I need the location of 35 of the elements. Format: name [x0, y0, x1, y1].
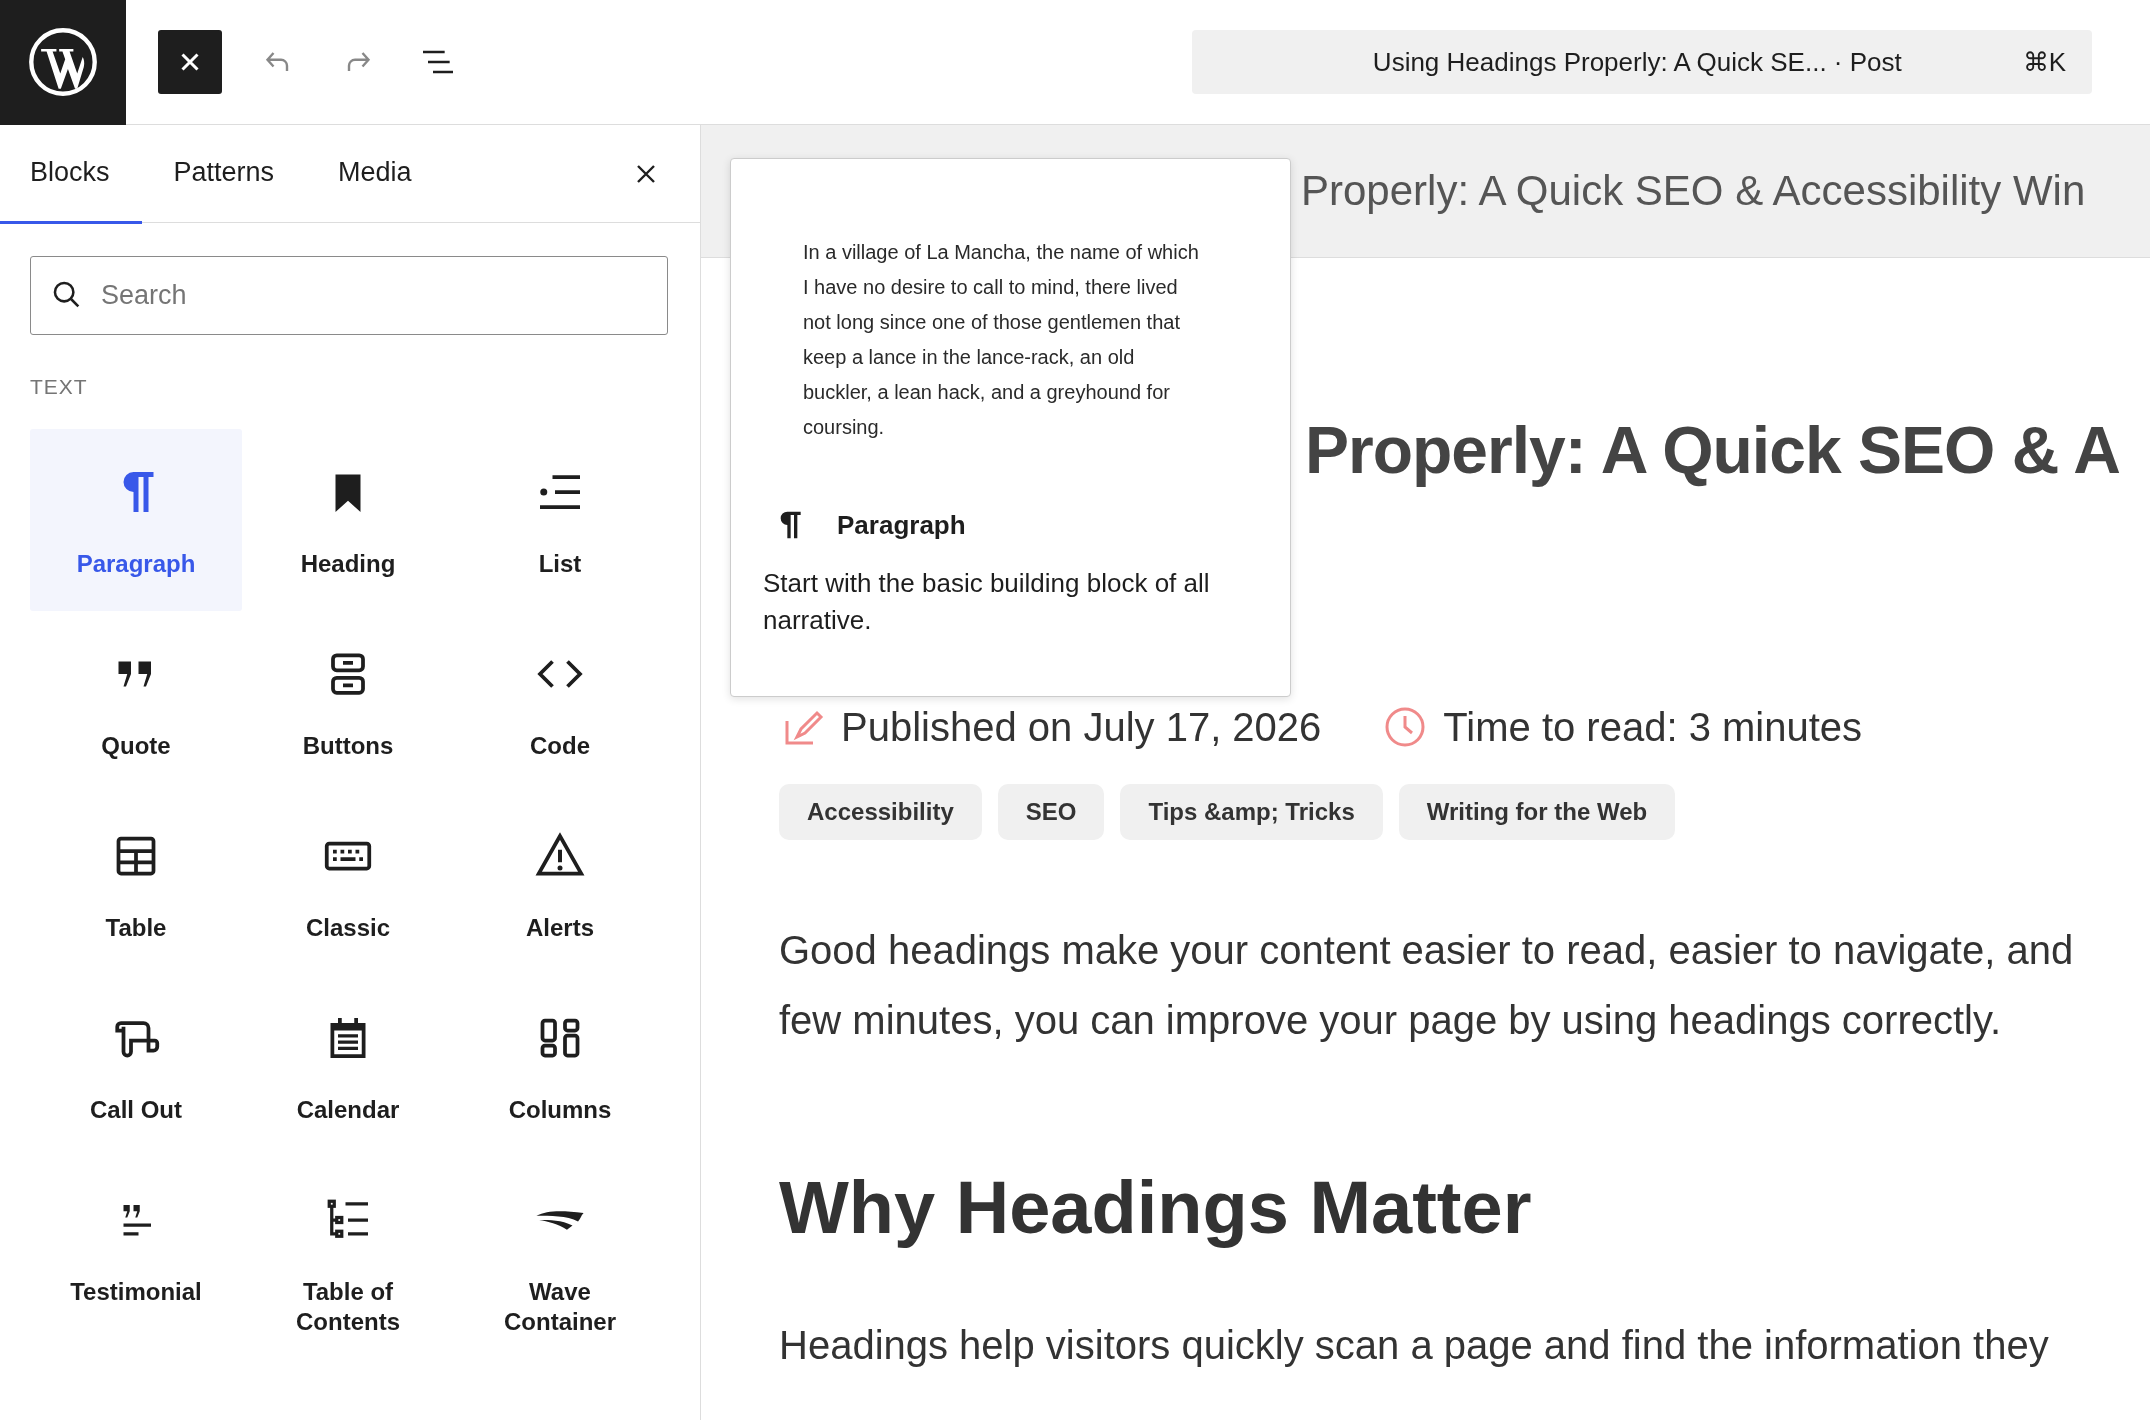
block-item[interactable]: Columns	[454, 975, 666, 1157]
inserter-tab[interactable]: Media	[306, 125, 444, 224]
inserter-tab[interactable]: Blocks	[0, 125, 142, 224]
published-date: Published on July 17, 2026	[841, 704, 1322, 750]
close-icon[interactable]	[158, 30, 222, 94]
block-item[interactable]: Buttons	[242, 611, 454, 793]
block-item[interactable]: Code	[454, 611, 666, 793]
section-heading: Why Headings Matter	[779, 1165, 1533, 1251]
read-time: Time to read: 3 minutes	[1443, 704, 1863, 750]
block-item[interactable]: Wave Container	[454, 1157, 666, 1339]
intro-paragraph: Good headings make your content easier to read, easier to navigate, and few minutes, you can improve your page by using headings correctly.	[779, 927, 2075, 1044]
post-title: Properly: A Quick SEO & A	[1305, 412, 2121, 489]
inserter-tab[interactable]: Patterns	[141, 125, 307, 224]
block-item[interactable]: Paragraph	[30, 429, 242, 611]
wordpress-logo[interactable]	[0, 0, 126, 125]
block-item[interactable]: Quote	[30, 611, 242, 793]
block-item[interactable]: Heading	[242, 429, 454, 611]
block-item[interactable]: Calendar	[242, 975, 454, 1157]
block-description: Start with the basic building block of all narrative.	[763, 567, 1211, 637]
command-bar[interactable]: Using Headings Properly: A Quick SE... · Post ⌘K	[1192, 30, 2092, 94]
category-heading: TEXT	[30, 375, 89, 399]
tag-link[interactable]: Tips &amp; Tricks	[1120, 784, 1383, 840]
block-item[interactable]: Classic	[242, 793, 454, 975]
block-item[interactable]: Alerts	[454, 793, 666, 975]
block-item[interactable]: Call Out	[30, 975, 242, 1157]
block-item[interactable]: Table of Contents	[242, 1157, 454, 1339]
block-item[interactable]: Table	[30, 793, 242, 975]
block-item[interactable]: Testimonial	[30, 1157, 242, 1339]
section-paragraph: Headings help visitors quickly scan a page and find the information they	[779, 1322, 2050, 1369]
tag-link[interactable]: Accessibility	[779, 784, 982, 840]
search-field[interactable]: Search	[30, 256, 668, 335]
block-item[interactable]: List	[454, 429, 666, 611]
tag-link[interactable]: SEO	[997, 784, 1105, 840]
block-name: Paragraph	[837, 509, 966, 541]
tag-link[interactable]: Writing for the Web	[1398, 784, 1676, 840]
